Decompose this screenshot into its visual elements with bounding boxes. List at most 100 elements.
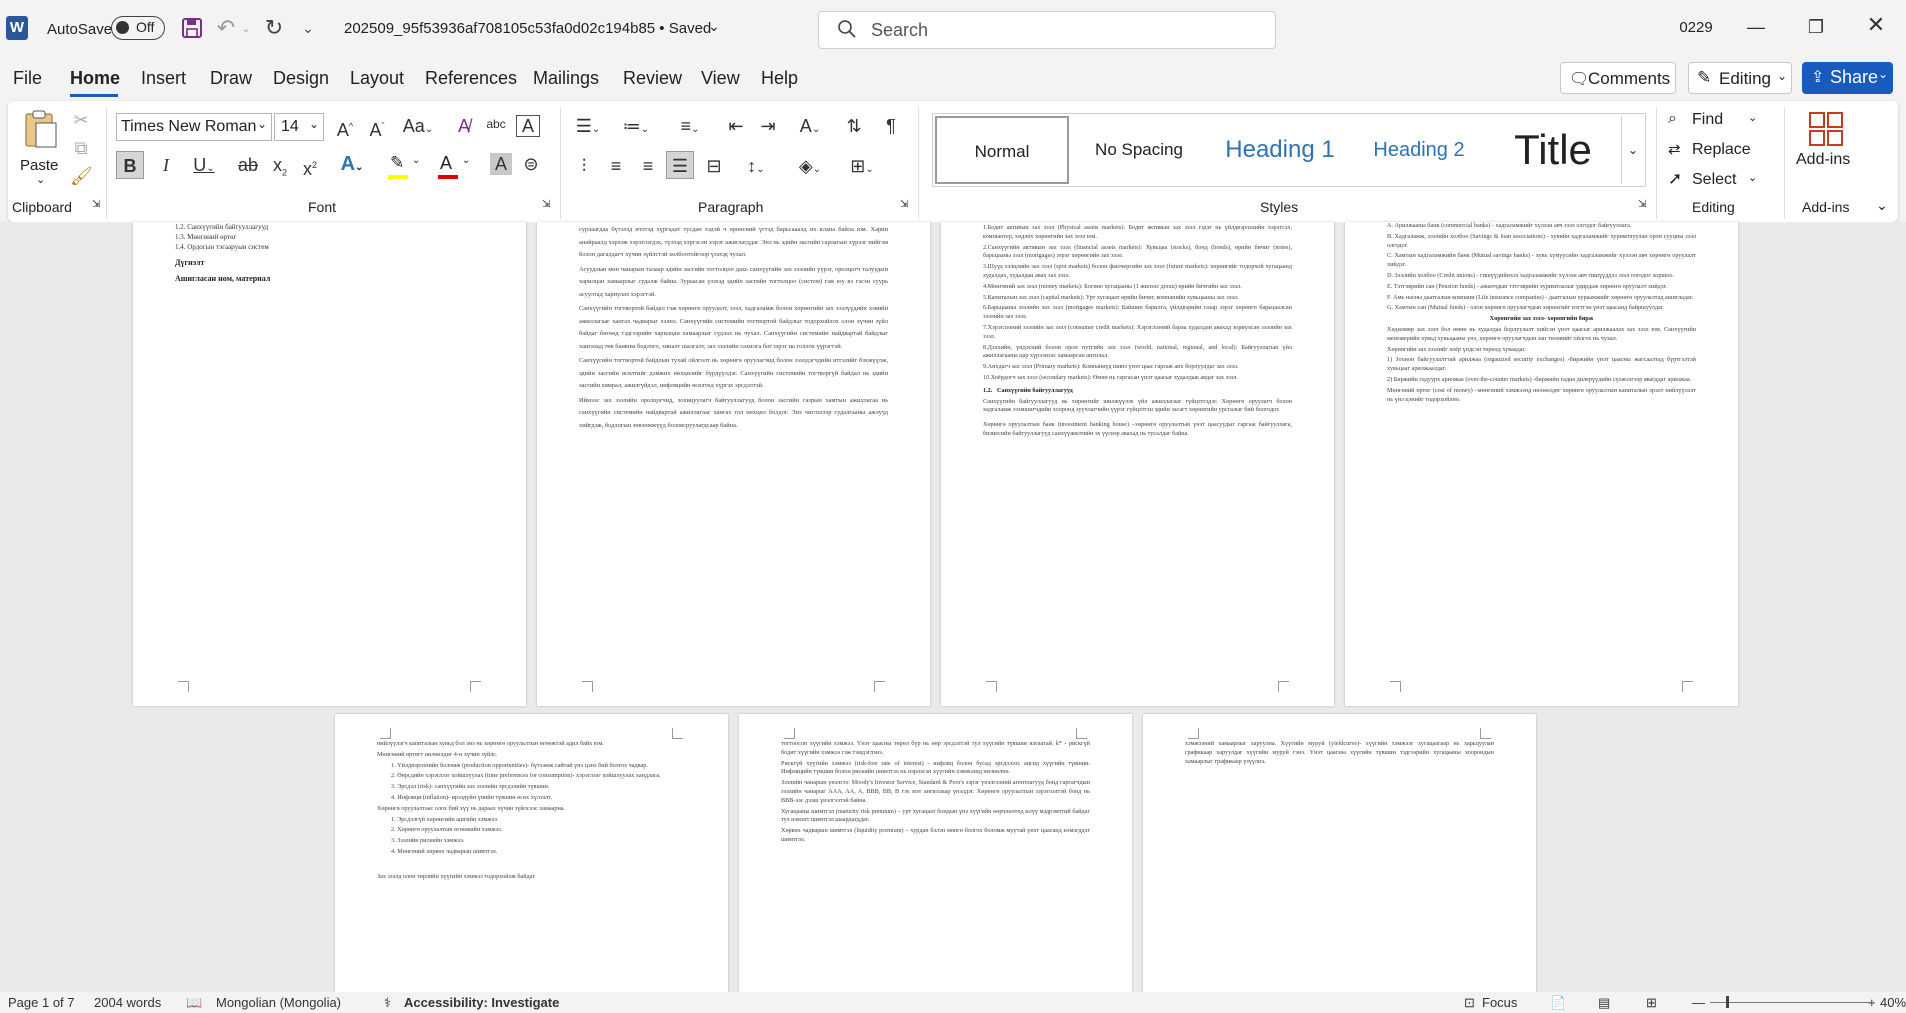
zoom-slider[interactable] (1710, 1002, 1870, 1003)
numbering-icon[interactable]: ≔⌄ (618, 115, 654, 141)
font-name-select[interactable]: Times New Roman ⌄ (116, 113, 272, 141)
zoom-level[interactable]: 40% (1880, 995, 1906, 1010)
tab-references[interactable]: References (425, 68, 517, 89)
superscript-button[interactable]: x2 (298, 154, 322, 180)
paste-button[interactable]: Paste ⌄ (18, 107, 64, 187)
multilevel-list-icon[interactable]: ≡⌄ (672, 115, 708, 141)
phonetic-guide-icon[interactable]: abc (484, 113, 508, 135)
title-chevron-icon[interactable]: ⌄ (708, 18, 720, 35)
focus-icon[interactable]: ⊡ (1464, 995, 1475, 1011)
select-button[interactable]: ➚ Select ⌄ (1668, 169, 1778, 193)
document-canvas[interactable]: 1.2. Санхүүгийн байгууллагууд 1.3. Мөнгө… (0, 222, 1906, 1004)
copy-icon[interactable]: ⧉ (70, 137, 92, 159)
tab-view[interactable]: View (701, 68, 740, 89)
subscript-button[interactable]: x2 (268, 154, 292, 184)
align-right-icon[interactable]: ≡ (636, 155, 660, 177)
comments-button[interactable]: 🗨 Comments (1560, 62, 1676, 94)
style-heading-1[interactable]: Heading 1 (1209, 116, 1351, 184)
justify-icon[interactable]: ☰ (666, 151, 694, 179)
tab-mailings[interactable]: Mailings (533, 68, 599, 89)
word-count[interactable]: 2004 words (94, 995, 161, 1010)
replace-button[interactable]: ⇄ Replace (1668, 139, 1778, 163)
accessibility-icon[interactable]: ⚕ (384, 995, 391, 1011)
accessibility-status[interactable]: Accessibility: Investigate (404, 995, 559, 1010)
italic-button[interactable]: I (154, 154, 178, 176)
styles-more-button[interactable]: ⌄ (1621, 116, 1644, 184)
page-7[interactable]: хэмжээний хамаарлыг харуулна. Хүүгийн му… (1143, 714, 1536, 1004)
collapse-ribbon-icon[interactable]: ⌄ (1876, 197, 1888, 214)
minimize-icon[interactable]: — (1744, 16, 1768, 38)
add-ins-button[interactable]: Add-ins (1792, 109, 1860, 189)
restore-icon[interactable]: ❐ (1804, 16, 1828, 38)
distributed-icon[interactable]: ⊟ (702, 155, 726, 177)
page-5[interactable]: нийлүүлэгч капиталын хувьд бол энэ нь хө… (335, 714, 728, 1004)
zoom-slider-thumb[interactable] (1726, 996, 1729, 1008)
read-mode-icon[interactable]: 📄 (1550, 995, 1566, 1011)
page-1[interactable]: 1.2. Санхүүгийн байгууллагууд 1.3. Мөнгө… (133, 222, 526, 706)
style-title[interactable]: Title (1487, 116, 1619, 184)
format-painter-icon[interactable]: 🖌 (70, 165, 93, 187)
editing-mode-button[interactable]: ✎ Editing ⌄ (1688, 62, 1792, 94)
document-title[interactable]: 202509_95f53936af708105c53fa0d02c194b85 … (344, 20, 711, 37)
language-status[interactable]: Mongolian (Mongolia) (216, 995, 341, 1010)
search-box[interactable]: Search (818, 11, 1276, 49)
focus-mode[interactable]: Focus (1482, 995, 1517, 1010)
text-effects-icon[interactable]: A⌄ (334, 153, 370, 179)
borders-icon[interactable]: ⊞⌄ (844, 155, 880, 181)
user-avatar[interactable]: 0229 (1676, 12, 1716, 44)
sort-icon[interactable]: ⇅ (842, 115, 866, 137)
font-size-select[interactable]: 14 ⌄ (274, 113, 324, 141)
shrink-font-icon[interactable]: Aˇ (364, 115, 390, 141)
bullets-icon[interactable]: ☰⌄ (570, 115, 606, 141)
line-spacing-icon[interactable]: ↕⌄ (738, 155, 774, 181)
dialog-launcher-icon[interactable]: ⇲ (92, 199, 100, 210)
tab-help[interactable]: Help (761, 68, 798, 89)
style-normal[interactable]: Normal (935, 116, 1069, 184)
cut-icon[interactable]: ✂ (70, 109, 92, 131)
web-layout-icon[interactable]: ⊞ (1646, 995, 1657, 1011)
print-layout-icon[interactable]: ▤ (1598, 995, 1610, 1011)
page-3[interactable]: 1.Бодит активын зах зээл (Physical asset… (941, 222, 1334, 706)
character-border-icon[interactable]: A (516, 115, 540, 137)
page-6[interactable]: тогтоосон хүүгийн хэмжээ. Үнэт цаасны тө… (739, 714, 1132, 1004)
find-button[interactable]: ⌕ Find ⌄ (1668, 109, 1778, 133)
dialog-launcher-icon[interactable]: ⇲ (542, 199, 550, 210)
tab-draw[interactable]: Draw (210, 68, 252, 89)
tab-file[interactable]: File (13, 68, 42, 89)
close-icon[interactable]: ✕ (1864, 14, 1888, 36)
tab-design[interactable]: Design (273, 68, 329, 89)
increase-indent-icon[interactable]: ⇥ (756, 115, 780, 137)
character-shading-icon[interactable]: A (490, 153, 512, 175)
style-no-spacing[interactable]: No Spacing (1071, 116, 1207, 184)
tab-home[interactable]: Home (70, 68, 120, 89)
clear-formatting-icon[interactable]: A̸ (452, 115, 476, 137)
style-heading-2[interactable]: Heading 2 (1353, 116, 1485, 184)
autosave-toggle[interactable]: Off (111, 16, 165, 40)
highlight-color-icon[interactable]: ✎ ⌄ (386, 153, 426, 181)
align-center-icon[interactable]: ≡ (604, 155, 628, 177)
decrease-indent-icon[interactable]: ⇤ (724, 115, 748, 137)
share-button[interactable]: ⇪ Share ⌄ (1802, 62, 1893, 94)
tab-review[interactable]: Review (623, 68, 682, 89)
tab-layout[interactable]: Layout (350, 68, 404, 89)
page-2[interactable]: сурлаагдаа бүтэлэд итлтэд хүргадат тусда… (537, 222, 930, 706)
save-icon[interactable] (180, 17, 204, 41)
undo-icon[interactable]: ↶ (214, 17, 238, 41)
grow-font-icon[interactable]: A^ (332, 115, 358, 141)
zoom-in-icon[interactable]: + (1868, 995, 1876, 1010)
show-formatting-marks-icon[interactable]: ¶ (880, 115, 902, 137)
align-left-icon[interactable]: ⫶ (572, 155, 596, 177)
customize-toolbar-icon[interactable]: ⌄ (300, 17, 316, 39)
page-count[interactable]: Page 1 of 7 (8, 995, 75, 1010)
page-4[interactable]: А. Арилжааны банк (commercial banks) - х… (1345, 222, 1738, 706)
undo-dropdown-icon[interactable]: ⌄ (240, 19, 252, 41)
redo-icon[interactable]: ↻ (262, 17, 286, 41)
proofing-icon[interactable]: 📖 (186, 995, 202, 1011)
enclose-characters-icon[interactable]: ⊜ (520, 153, 542, 175)
strikethrough-button[interactable]: ab (236, 154, 260, 176)
dialog-launcher-icon[interactable]: ⇲ (900, 199, 908, 210)
zoom-out-icon[interactable]: — (1692, 995, 1705, 1010)
font-color-icon[interactable]: A ⌄ (436, 153, 476, 181)
bold-button[interactable]: B (116, 151, 144, 179)
shading-icon[interactable]: ◈⌄ (792, 155, 828, 181)
